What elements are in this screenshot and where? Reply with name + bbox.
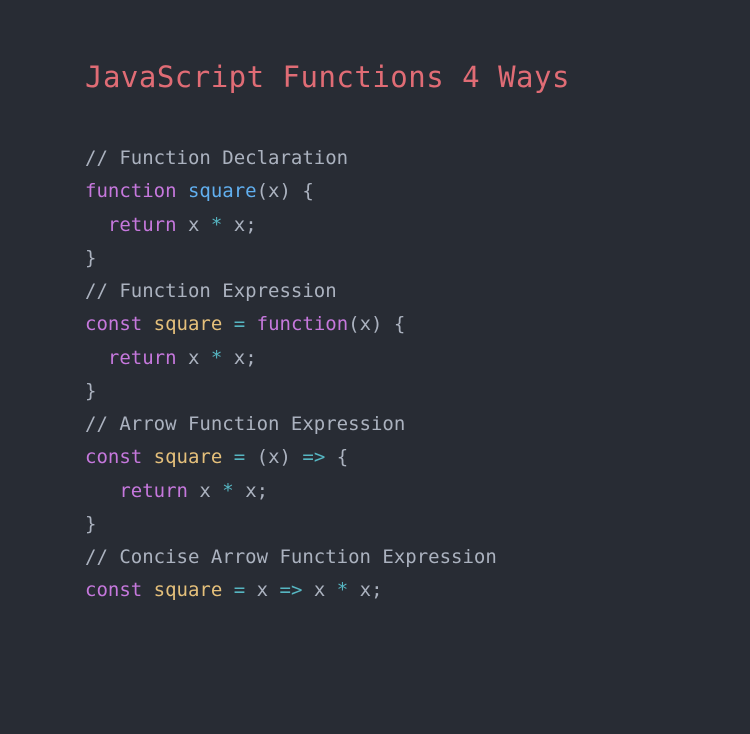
code-text: }: [85, 380, 96, 402]
variable-name: square: [154, 579, 223, 601]
code-text: (x) {: [348, 313, 405, 335]
comment-text: // Concise Arrow Function Expression: [85, 546, 497, 568]
operator: =>: [302, 446, 325, 468]
code-text: [222, 446, 233, 468]
code-text: (x): [245, 446, 302, 468]
code-text: x: [177, 347, 211, 369]
code-text: x: [245, 579, 279, 601]
keyword: return: [119, 480, 188, 502]
code-text: x: [302, 579, 336, 601]
code-text: }: [85, 513, 96, 535]
function-name: square: [188, 180, 257, 202]
code-text: [85, 347, 108, 369]
code-line: const square = (x) => {: [85, 441, 665, 474]
code-text: x;: [222, 214, 256, 236]
variable-name: square: [154, 313, 223, 335]
operator: *: [222, 480, 233, 502]
code-line: function square(x) {: [85, 175, 665, 208]
keyword: const: [85, 313, 142, 335]
code-text: [142, 313, 153, 335]
code-text: {: [325, 446, 348, 468]
code-line: const square = x => x * x;: [85, 574, 665, 607]
code-line: return x * x;: [85, 209, 665, 242]
code-snippet: // Function Declaration function square(…: [85, 142, 665, 608]
code-text: }: [85, 247, 96, 269]
code-text: [222, 579, 233, 601]
code-line: // Concise Arrow Function Expression: [85, 541, 665, 574]
keyword: return: [108, 214, 177, 236]
code-text: x: [188, 480, 222, 502]
code-line: return x * x;: [85, 342, 665, 375]
code-line: }: [85, 375, 665, 408]
code-text: x: [177, 214, 211, 236]
code-text: [85, 480, 119, 502]
code-text: [85, 214, 108, 236]
code-text: x;: [348, 579, 382, 601]
keyword: const: [85, 446, 142, 468]
operator: =: [234, 446, 245, 468]
code-text: [142, 446, 153, 468]
code-text: (x) {: [257, 180, 314, 202]
operator: =>: [280, 579, 303, 601]
code-line: // Function Declaration: [85, 142, 665, 175]
comment-text: // Arrow Function Expression: [85, 413, 405, 435]
code-text: [142, 579, 153, 601]
code-text: x;: [222, 347, 256, 369]
code-text: x;: [234, 480, 268, 502]
operator: *: [211, 347, 222, 369]
keyword: const: [85, 579, 142, 601]
code-line: }: [85, 508, 665, 541]
code-text: [177, 180, 188, 202]
operator: *: [211, 214, 222, 236]
code-line: // Function Expression: [85, 275, 665, 308]
code-text: [245, 313, 256, 335]
page-title: JavaScript Functions 4 Ways: [85, 60, 665, 94]
comment-text: // Function Declaration: [85, 147, 348, 169]
operator: =: [234, 579, 245, 601]
keyword: function: [85, 180, 177, 202]
operator: =: [234, 313, 245, 335]
comment-text: // Function Expression: [85, 280, 337, 302]
operator: *: [337, 579, 348, 601]
code-line: // Arrow Function Expression: [85, 408, 665, 441]
code-line: const square = function(x) {: [85, 308, 665, 341]
code-line: }: [85, 242, 665, 275]
code-text: [222, 313, 233, 335]
keyword: function: [257, 313, 349, 335]
variable-name: square: [154, 446, 223, 468]
keyword: return: [108, 347, 177, 369]
code-line: return x * x;: [85, 475, 665, 508]
